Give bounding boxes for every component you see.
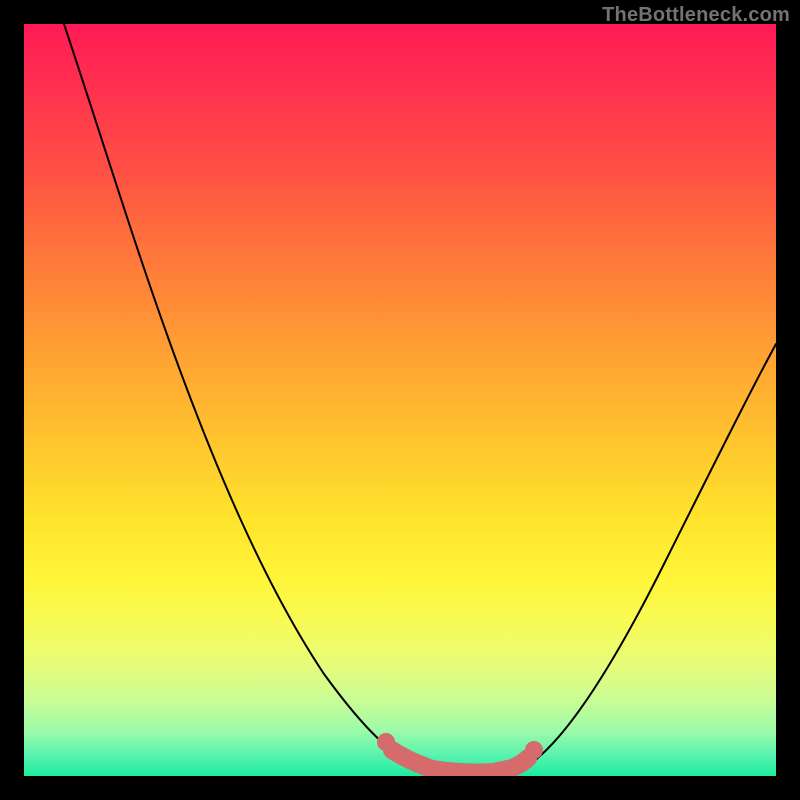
outer-frame: TheBottleneck.com	[0, 0, 800, 800]
highlight-dot	[417, 758, 435, 776]
plot-area	[24, 24, 776, 776]
highlight-dot	[377, 733, 395, 751]
curve-layer	[24, 24, 776, 776]
highlight-dot	[395, 748, 413, 766]
highlight-dot	[525, 741, 543, 759]
bottleneck-curve	[64, 24, 776, 773]
watermark-text: TheBottleneck.com	[602, 4, 790, 27]
